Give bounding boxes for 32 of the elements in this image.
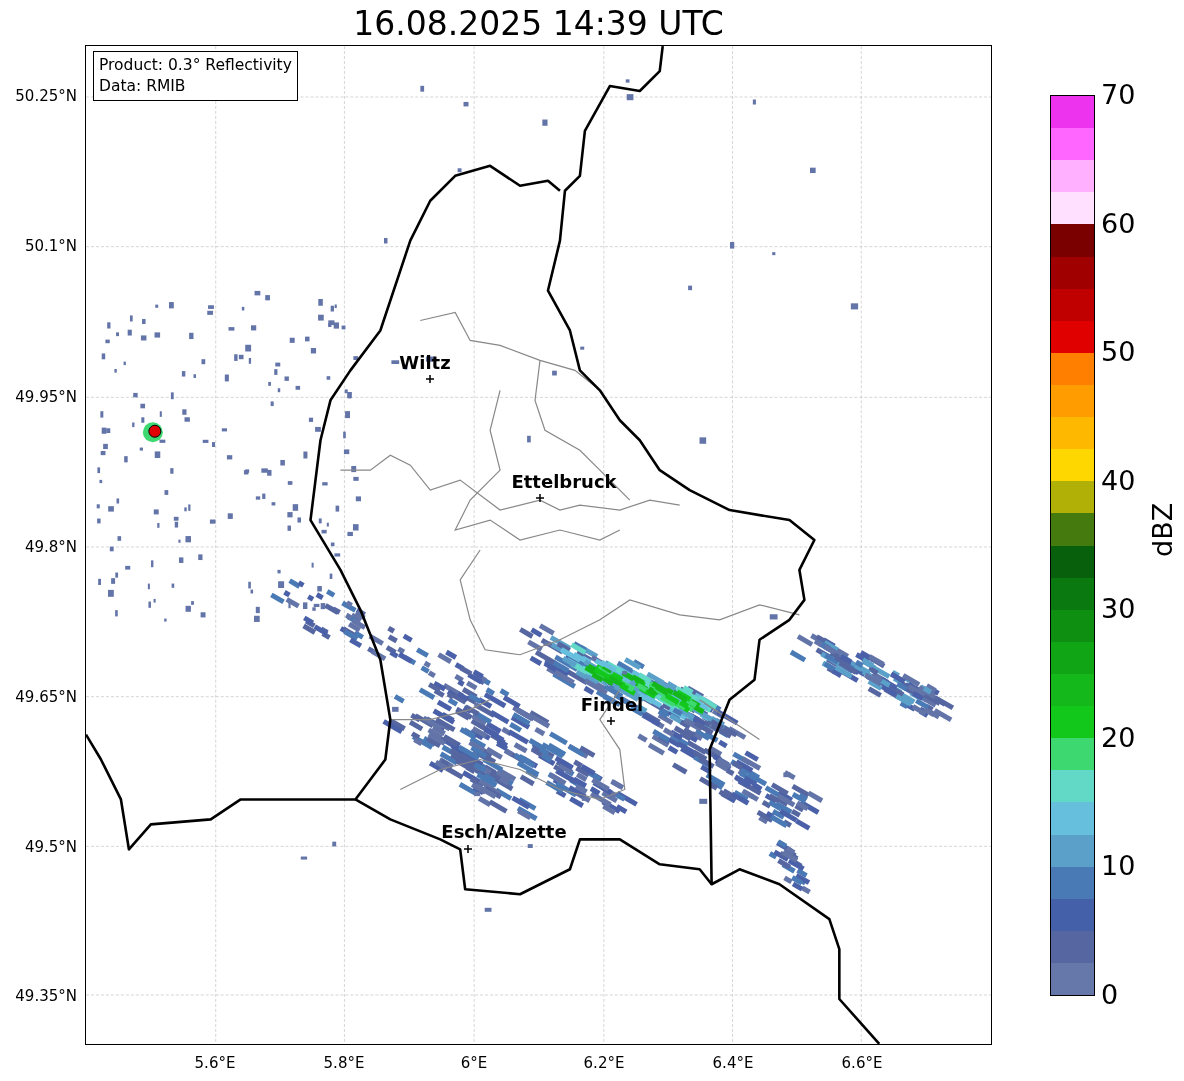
colorbar-tick-label: 10	[1101, 850, 1136, 883]
colorbar-tick-label: 70	[1101, 79, 1136, 111]
latitude-label: 50.1°N	[24, 237, 77, 255]
colorbar-tick-label: 40	[1101, 464, 1136, 497]
city-label: Wiltz	[399, 352, 451, 374]
colorbar-tick-label: 50	[1101, 336, 1136, 369]
longitude-label: 6°E	[460, 1054, 488, 1072]
latitude-label: 50.25°N	[15, 87, 77, 105]
longitude-label: 5.8°E	[323, 1054, 365, 1072]
city-marker-icon	[464, 845, 472, 853]
colorbar-tick-label: 0	[1101, 979, 1119, 1011]
latitude-label: 49.8°N	[24, 538, 77, 556]
longitude-label: 6.2°E	[583, 1054, 625, 1072]
longitude-label: 6.6°E	[841, 1054, 883, 1072]
city-label: Ettelbruck	[511, 471, 617, 493]
colorbar-tick-label: 30	[1101, 593, 1136, 626]
latitude-label: 49.65°N	[15, 688, 77, 706]
city-marker-icon	[607, 717, 615, 725]
colorbar-tick-label: 60	[1101, 207, 1136, 240]
city-marker-icon	[426, 375, 434, 383]
longitude-label: 5.6°E	[194, 1054, 236, 1072]
city-marker-icon	[536, 494, 544, 502]
colorbar-tick-label: 20	[1101, 721, 1136, 754]
latitude-label: 49.35°N	[15, 987, 77, 1005]
latitude-label: 49.95°N	[15, 388, 77, 406]
info-text: Data: RMIB	[99, 76, 187, 97]
chart-title: 16.08.2025 14:39 UTC	[352, 3, 725, 45]
info-text: Product: 0.3° Reflectivity	[99, 55, 292, 76]
city-label: Esch/Alzette	[441, 821, 567, 843]
colorbar-label: dBZ	[1148, 502, 1178, 557]
latitude-label: 49.5°N	[24, 838, 77, 856]
longitude-label: 6.4°E	[712, 1054, 754, 1072]
